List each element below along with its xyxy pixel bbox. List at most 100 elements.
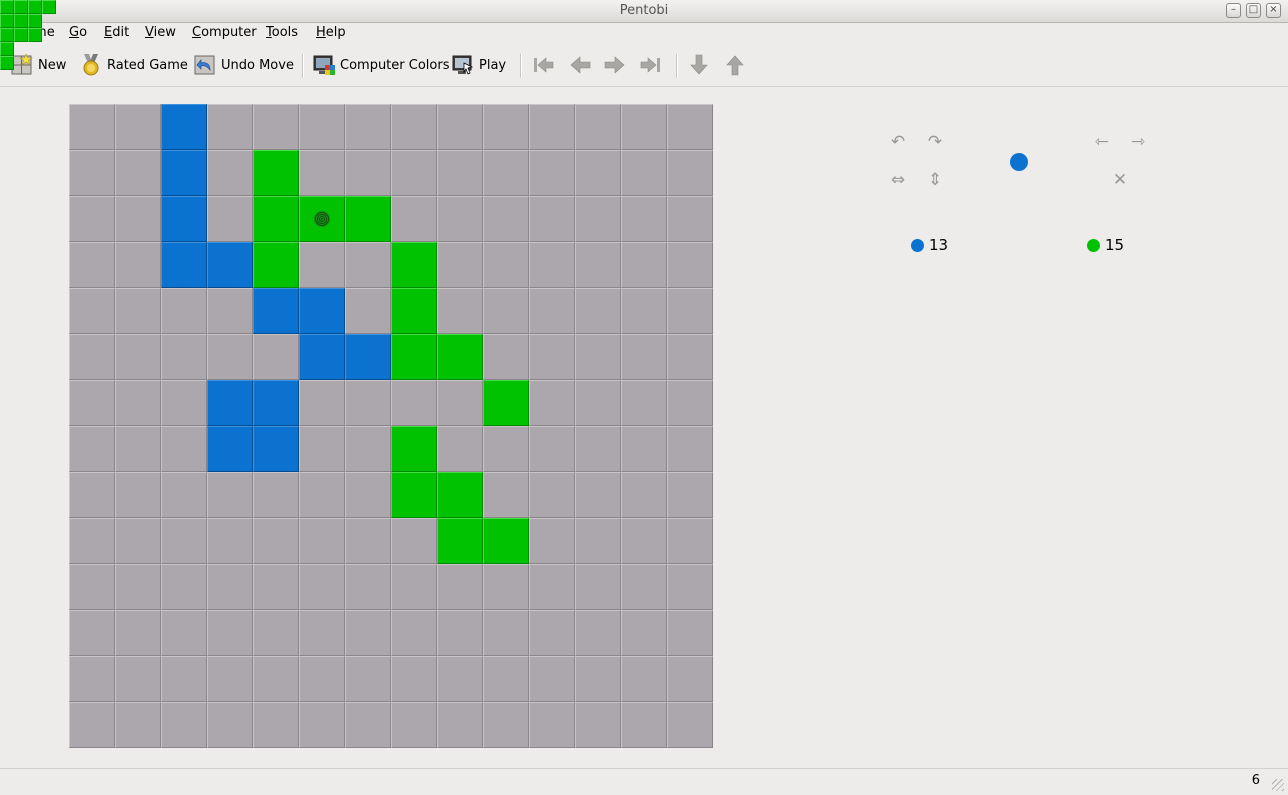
next-variation-button[interactable] [688,52,710,78]
maximize-button[interactable]: □ [1246,3,1261,18]
board-cell-empty[interactable] [161,334,207,380]
menu-go[interactable]: Go [69,25,87,40]
board-cell-empty[interactable] [115,702,161,748]
board-cell-empty[interactable] [161,472,207,518]
board-cell-empty[interactable] [207,472,253,518]
board-cell-empty[interactable] [115,610,161,656]
board-cell-green[interactable] [253,242,299,288]
board-cell-empty[interactable] [437,196,483,242]
board-cell-green[interactable] [391,334,437,380]
board-cell-empty[interactable] [483,288,529,334]
board-cell-empty[interactable] [115,472,161,518]
board-cell-empty[interactable] [621,334,667,380]
board-cell-empty[interactable] [483,702,529,748]
board-cell-empty[interactable] [253,334,299,380]
board-cell-empty[interactable] [115,518,161,564]
board-cell-empty[interactable] [69,150,115,196]
board-cell-empty[interactable] [621,702,667,748]
end-button[interactable] [640,52,662,78]
board-cell-empty[interactable] [483,610,529,656]
board-cell-empty[interactable] [667,288,713,334]
forward-button[interactable] [604,52,626,78]
board-cell-empty[interactable] [483,426,529,472]
board-cell-empty[interactable] [667,150,713,196]
board-cell-empty[interactable] [621,426,667,472]
board-cell-green[interactable] [483,380,529,426]
board-cell-empty[interactable] [483,150,529,196]
board-cell-empty[interactable] [575,196,621,242]
board-cell-blue[interactable] [299,334,345,380]
board-cell-empty[interactable] [391,150,437,196]
board-cell-empty[interactable] [621,656,667,702]
board-cell-empty[interactable] [253,702,299,748]
board-cell-blue[interactable] [207,426,253,472]
board-cell-empty[interactable] [621,610,667,656]
board-cell-empty[interactable] [483,334,529,380]
board-cell-empty[interactable] [207,564,253,610]
board-cell-green[interactable] [391,426,437,472]
flip-vertical-icon[interactable]: ⇕ [925,172,945,189]
board-cell-empty[interactable] [667,426,713,472]
board-cell-empty[interactable] [345,564,391,610]
board-cell-blue[interactable] [161,104,207,150]
next-piece-icon[interactable]: ⇾ [1128,134,1148,151]
board-cell-empty[interactable] [69,564,115,610]
board-cell-empty[interactable] [69,426,115,472]
board-cell-empty[interactable] [529,610,575,656]
board-cell-empty[interactable] [69,288,115,334]
clear-piece-icon[interactable]: ✕ [1110,172,1130,189]
board-cell-empty[interactable] [437,150,483,196]
board-cell-empty[interactable] [575,288,621,334]
board-cell-green[interactable] [437,472,483,518]
board-cell-empty[interactable] [253,564,299,610]
board-cell-empty[interactable] [299,104,345,150]
board-cell-empty[interactable] [299,242,345,288]
board-cell-empty[interactable] [299,656,345,702]
board-cell-empty[interactable] [667,242,713,288]
board-cell-empty[interactable] [575,242,621,288]
board-cell-empty[interactable] [69,702,115,748]
board-cell-empty[interactable] [207,656,253,702]
menu-computer[interactable]: Computer [192,25,257,40]
board-cell-empty[interactable] [207,104,253,150]
board-cell-empty[interactable] [621,380,667,426]
game-board[interactable] [69,104,713,748]
board-cell-empty[interactable] [483,242,529,288]
board-cell-empty[interactable] [391,610,437,656]
board-cell-empty[interactable] [667,196,713,242]
board-cell-empty[interactable] [115,380,161,426]
board-cell-empty[interactable] [207,288,253,334]
board-cell-empty[interactable] [299,564,345,610]
undo-move-button[interactable]: Undo Move [194,52,294,78]
board-cell-empty[interactable] [483,196,529,242]
board-cell-empty[interactable] [299,518,345,564]
board-cell-empty[interactable] [115,196,161,242]
board-cell-empty[interactable] [483,104,529,150]
board-cell-empty[interactable] [667,104,713,150]
board-cell-empty[interactable] [161,380,207,426]
board-cell-empty[interactable] [345,426,391,472]
board-cell-empty[interactable] [253,518,299,564]
board-cell-empty[interactable] [161,656,207,702]
board-cell-empty[interactable] [575,334,621,380]
board-cell-empty[interactable] [115,288,161,334]
board-cell-empty[interactable] [437,610,483,656]
board-cell-empty[interactable] [621,104,667,150]
board-cell-empty[interactable] [575,426,621,472]
board-cell-empty[interactable] [69,242,115,288]
board-cell-empty[interactable] [207,196,253,242]
board-cell-green[interactable] [483,518,529,564]
board-cell-empty[interactable] [483,564,529,610]
close-window-button[interactable]: × [1266,3,1281,18]
board-cell-empty[interactable] [69,104,115,150]
board-cell-green[interactable] [391,242,437,288]
computer-colors-button[interactable]: Computer Colors [313,52,449,78]
backward-button[interactable] [569,52,591,78]
board-cell-empty[interactable] [483,472,529,518]
board-cell-empty[interactable] [345,472,391,518]
board-cell-empty[interactable] [529,104,575,150]
board-cell-empty[interactable] [115,656,161,702]
board-cell-empty[interactable] [345,518,391,564]
board-cell-blue[interactable] [207,242,253,288]
board-cell-empty[interactable] [483,656,529,702]
